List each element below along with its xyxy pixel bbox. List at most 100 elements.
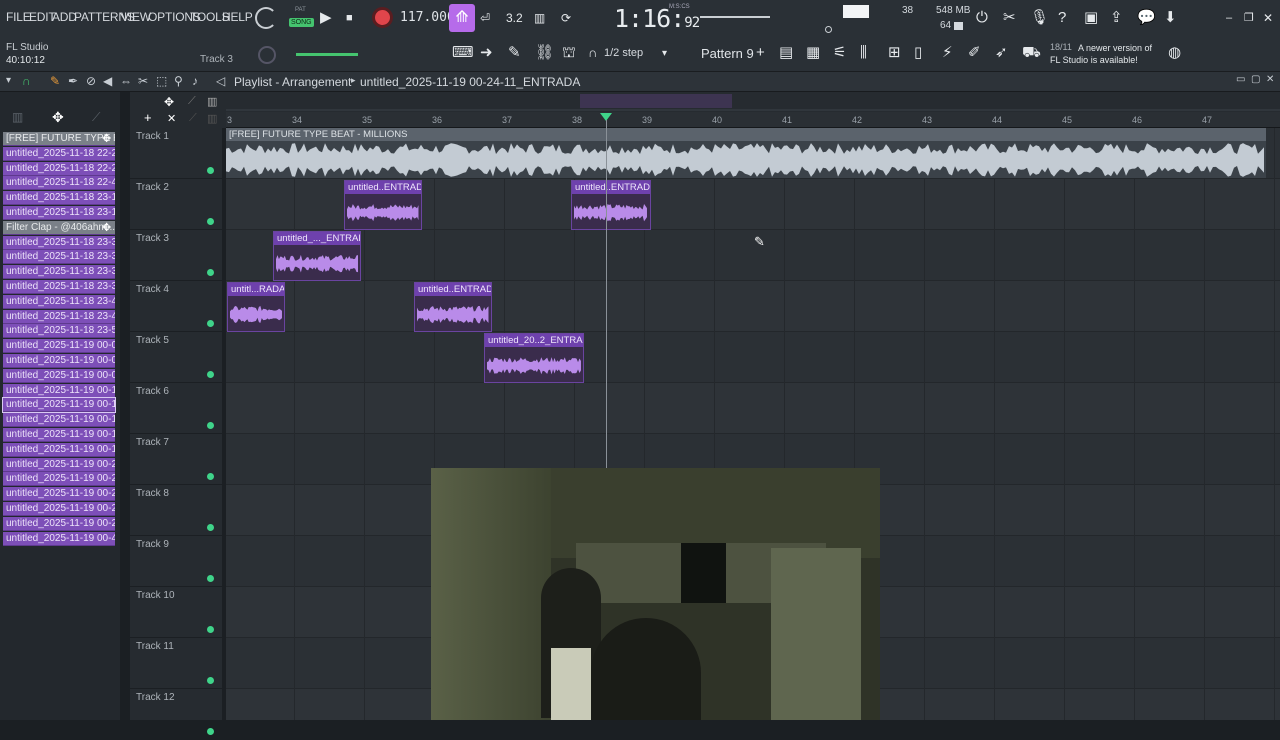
help-icon[interactable]: ? bbox=[1058, 9, 1066, 27]
close-icon[interactable]: ✕ bbox=[1263, 9, 1273, 27]
track-header[interactable]: Track 7 bbox=[130, 434, 222, 485]
delete-icon[interactable]: ⊘ bbox=[86, 74, 96, 88]
track-header[interactable]: Track 9 bbox=[130, 536, 222, 587]
cart-icon[interactable]: ⛟ bbox=[1022, 44, 1041, 62]
magnet-icon[interactable]: ∩ bbox=[588, 44, 597, 62]
track-mute-led[interactable] bbox=[207, 422, 214, 429]
brush-icon[interactable]: ⟋ bbox=[92, 110, 100, 125]
clip-list-item[interactable]: untitled_2025-11-18 23-46... bbox=[3, 294, 115, 309]
metronome-icon[interactable]: ⟰ bbox=[449, 4, 475, 32]
clip-t2a[interactable]: untitled..ENTRADA bbox=[344, 180, 422, 230]
refresh-icon[interactable]: ⏻ bbox=[976, 9, 988, 27]
horizontal-scrollbar[interactable] bbox=[226, 109, 1280, 111]
file-icon[interactable]: ▯ bbox=[914, 44, 922, 62]
arrow-icon[interactable]: ➜ bbox=[480, 44, 493, 62]
pat-label[interactable]: PAT bbox=[295, 7, 306, 13]
timeline-ruler[interactable]: 3 34 35 36 37 38 39 40 41 42 43 44 45 46 47 bbox=[226, 112, 1280, 128]
clip-list-item[interactable]: untitled_2025-11-19 00-46... bbox=[3, 531, 115, 546]
mic-icon[interactable]: 🎙 bbox=[1030, 9, 1049, 27]
snap-step-select[interactable]: 1/2 step bbox=[604, 47, 643, 59]
track-header[interactable]: Track 8 bbox=[130, 485, 222, 536]
clip-t4a[interactable]: untitl...RADA bbox=[227, 282, 285, 332]
globe-icon[interactable]: ◍ bbox=[1168, 44, 1181, 62]
record-icon[interactable] bbox=[372, 7, 393, 28]
pencil-icon[interactable]: ✎ bbox=[508, 44, 521, 62]
clip-list-item[interactable]: untitled_2025-11-18 23-37... bbox=[3, 265, 115, 280]
playback-icon[interactable]: ◁ bbox=[216, 74, 225, 88]
track-mute-led[interactable] bbox=[207, 320, 214, 327]
clip-list-item[interactable]: untitled_2025-11-19 00-29... bbox=[3, 516, 115, 531]
track-mute-led[interactable] bbox=[207, 167, 214, 174]
playlist-title[interactable]: Playlist - Arrangement bbox=[234, 75, 351, 89]
monitor-knob[interactable] bbox=[825, 26, 832, 33]
song-mode-button[interactable]: SONG bbox=[289, 18, 314, 27]
link-icon[interactable]: ⛓ bbox=[535, 44, 554, 62]
menu-help[interactable]: HELP bbox=[222, 10, 253, 24]
close-icon[interactable]: ✕ bbox=[167, 112, 176, 125]
track-header[interactable]: Track 6 bbox=[130, 383, 222, 434]
mixer-icon[interactable]: ⚟ bbox=[833, 44, 846, 62]
track-header[interactable]: Track 12 bbox=[130, 689, 222, 740]
clip-list-item[interactable]: untitled_2025-11-19 00-16... bbox=[3, 383, 115, 398]
clip-list-item[interactable]: untitled_2025-11-19 00-18... bbox=[3, 428, 115, 442]
track-header[interactable]: Track 11 bbox=[130, 638, 222, 689]
song-position-slider[interactable] bbox=[700, 16, 770, 18]
channel-rack-icon[interactable]: ▦ bbox=[806, 44, 820, 62]
master-volume-knob[interactable] bbox=[255, 7, 277, 29]
save-icon[interactable]: ▣ bbox=[1084, 9, 1098, 27]
clip-t3a[interactable]: untitled_..._ENTRADA bbox=[273, 231, 361, 281]
clip-t5a[interactable]: untitled_20..2_ENTRADA bbox=[484, 333, 584, 383]
slip-icon[interactable]: ⇔ bbox=[120, 74, 132, 88]
track-header[interactable]: Track 3 bbox=[130, 230, 222, 281]
track-lane[interactable] bbox=[226, 383, 1280, 434]
move-icon[interactable]: ✥ bbox=[52, 109, 64, 126]
picker-icon[interactable]: ▥ bbox=[12, 110, 23, 124]
track-mute-led[interactable] bbox=[207, 269, 214, 276]
clip-list-item[interactable]: untitled_2025-11-19 00-19... bbox=[3, 442, 115, 457]
clip-list-item[interactable]: untitled_2025-11-18 23-39... bbox=[3, 280, 115, 294]
track-lane[interactable] bbox=[226, 230, 1280, 281]
track-mute-led[interactable] bbox=[207, 728, 214, 735]
track-header[interactable]: Track 1 bbox=[130, 128, 222, 179]
clip-list-item[interactable]: untitled_2025-11-19 00-05... bbox=[3, 354, 115, 368]
track-mute-led[interactable] bbox=[207, 677, 214, 684]
track-lane[interactable] bbox=[226, 332, 1280, 383]
menu-file[interactable]: FILE bbox=[6, 10, 31, 24]
track-mute-led[interactable] bbox=[207, 524, 214, 531]
clip-list-item[interactable]: [FREE] FUTURE TYPE BE... bbox=[3, 132, 115, 146]
slice-icon[interactable]: ✂ bbox=[138, 74, 148, 88]
magnet-icon[interactable]: ∩ bbox=[22, 74, 31, 88]
clip-list-item[interactable]: untitled_2025-11-19 00-01... bbox=[3, 339, 115, 354]
move-icon[interactable]: ✥ bbox=[102, 221, 111, 234]
clip-list-item[interactable]: Filter Clap - @406ahm... bbox=[3, 220, 115, 235]
stop-icon[interactable]: ■ bbox=[346, 9, 353, 27]
clip-list-item[interactable]: untitled_2025-11-19 00-17... bbox=[3, 413, 115, 428]
move-icon[interactable]: ✥ bbox=[164, 95, 174, 109]
clip-track1[interactable]: [FREE] FUTURE TYPE BEAT - MILLIONS bbox=[226, 128, 1266, 179]
chat-icon[interactable]: 💬 bbox=[1137, 9, 1156, 27]
clip-list-item[interactable]: untitled_2025-11-19 00-24... bbox=[3, 472, 115, 487]
restore-icon[interactable]: ❐ bbox=[1244, 9, 1254, 27]
play-icon[interactable]: ▶ bbox=[320, 9, 332, 27]
add-track-icon[interactable]: + bbox=[144, 110, 152, 125]
overview-viewport[interactable] bbox=[580, 94, 732, 108]
pattern-selector[interactable]: Pattern 9 bbox=[701, 46, 754, 61]
browser-tree-icon[interactable]: ⊞ bbox=[888, 44, 901, 62]
window-close-icon[interactable]: ✕ bbox=[1266, 74, 1274, 85]
track-lane[interactable] bbox=[226, 281, 1280, 332]
zoom-icon[interactable]: ⚲ bbox=[174, 74, 183, 88]
countdown-icon[interactable]: 3.2 bbox=[506, 9, 523, 27]
track-header[interactable]: Track 4 bbox=[130, 281, 222, 332]
clip-list-item[interactable]: untitled_2025-11-18 23-11... bbox=[3, 206, 115, 220]
brush-icon[interactable]: ✐ bbox=[968, 44, 981, 62]
clip-list-item[interactable]: untitled_2025-11-18 23-51... bbox=[3, 324, 115, 339]
clip-list-item[interactable]: untitled_2025-11-19 00-20... bbox=[3, 457, 115, 472]
clip-list-item[interactable]: untitled_2025-11-18 23-10... bbox=[3, 191, 115, 206]
minimize-icon[interactable]: – bbox=[1226, 9, 1232, 27]
loop-record-icon[interactable]: ⟳ bbox=[561, 9, 571, 27]
edit-icon[interactable]: ⟋ bbox=[188, 95, 196, 108]
grid-icon[interactable]: ▥ bbox=[207, 95, 217, 108]
clip-t2b[interactable]: untitled..ENTRADA bbox=[571, 180, 651, 230]
step-edit-icon[interactable]: ▥ bbox=[534, 9, 545, 27]
plugin-icon[interactable]: ⚡ bbox=[942, 44, 953, 62]
